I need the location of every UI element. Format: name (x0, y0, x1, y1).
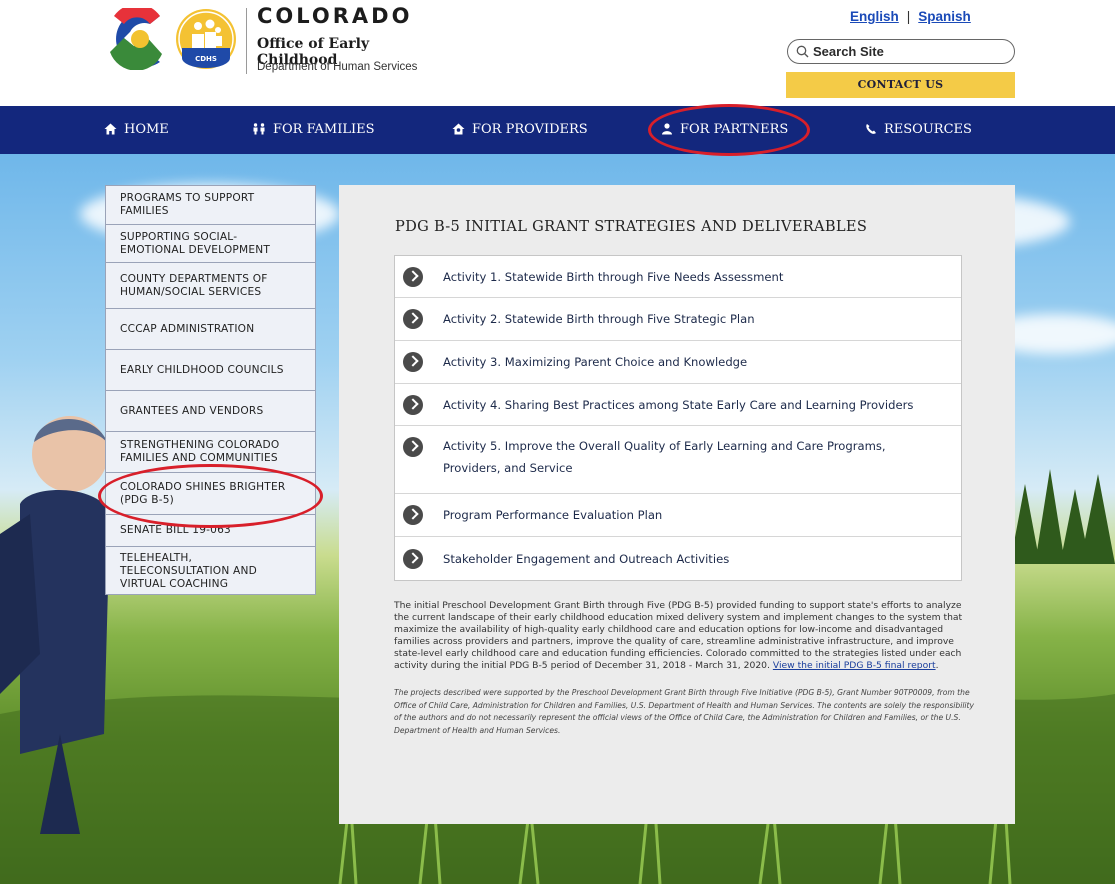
chevron-right-icon (403, 505, 423, 525)
annotation-ring-for-partners (648, 104, 810, 156)
lang-spanish-link[interactable]: Spanish (918, 9, 971, 24)
sidebar-item-label: STRENGTHENING COLORADO FAMILIES AND COMM… (120, 439, 280, 464)
sidebar-item-label: GRANTEES AND VENDORS (120, 404, 264, 417)
accordion-item-label: Stakeholder Engagement and Outreach Acti… (443, 551, 730, 566)
site-header: CDHS COLORADO Office of Early Childhood … (0, 0, 1115, 106)
lang-separator: | (906, 9, 911, 24)
chevron-right-icon (403, 548, 423, 569)
chevron-right-icon (403, 437, 423, 457)
sidebar-item-grantees-and-vendors[interactable]: GRANTEES AND VENDORS (106, 391, 315, 432)
accordion-item-activity-5[interactable]: Activity 5. Improve the Overall Quality … (395, 426, 961, 494)
nav-families-label: FOR FAMILIES (273, 122, 375, 137)
nav-home[interactable]: HOME (104, 106, 169, 154)
annotation-ring-colorado-shines-brighter (98, 464, 323, 528)
lang-english-link[interactable]: English (850, 9, 899, 24)
accordion-item-activity-4[interactable]: Activity 4. Sharing Best Practices among… (395, 384, 961, 426)
final-report-link[interactable]: View the initial PDG B-5 final report (773, 660, 936, 671)
sidebar-item-social-emotional-development[interactable]: SUPPORTING SOCIAL-EMOTIONAL DEVELOPMENT (106, 225, 315, 263)
accordion-item-stakeholder-engagement[interactable]: Stakeholder Engagement and Outreach Acti… (395, 537, 961, 580)
sidebar-item-telehealth[interactable]: TELEHEALTH, TELECONSULTATION AND VIRTUAL… (106, 547, 315, 594)
accordion-item-activity-1[interactable]: Activity 1. Statewide Birth through Five… (395, 256, 961, 298)
sidebar-item-cccap-administration[interactable]: CCCAP ADMINISTRATION (106, 309, 315, 350)
nav-resources[interactable]: RESOURCES (865, 106, 972, 154)
colorado-c-logo-icon (110, 8, 162, 70)
accordion-item-label: Activity 4. Sharing Best Practices among… (443, 397, 914, 412)
sidebar-item-label: TELEHEALTH, TELECONSULTATION AND VIRTUAL… (120, 551, 257, 590)
sidebar-item-label: CCCAP ADMINISTRATION (120, 322, 255, 335)
language-switcher: English | Spanish (850, 9, 971, 24)
accordion-item-label: Activity 5. Improve the Overall Quality … (443, 439, 886, 475)
description-paragraph: The initial Preschool Development Grant … (394, 600, 974, 673)
chevron-right-icon (403, 266, 423, 287)
nav-providers-label: FOR PROVIDERS (472, 122, 588, 137)
accordion-item-performance-evaluation[interactable]: Program Performance Evaluation Plan (395, 494, 961, 537)
nav-for-providers[interactable]: FOR PROVIDERS (452, 106, 588, 154)
sidebar-item-early-childhood-councils[interactable]: EARLY CHILDHOOD COUNCILS (106, 350, 315, 391)
search-input[interactable] (813, 44, 1003, 59)
provider-icon (452, 123, 465, 135)
page-title: PDG B-5 INITIAL GRANT STRATEGIES AND DEL… (395, 218, 868, 235)
site-logo[interactable]: CDHS COLORADO Office of Early Childhood … (104, 4, 449, 76)
home-icon (104, 123, 117, 135)
accordion-item-activity-3[interactable]: Activity 3. Maximizing Parent Choice and… (395, 341, 961, 384)
chevron-right-icon (403, 394, 423, 415)
accordion-item-label: Program Performance Evaluation Plan (443, 508, 663, 522)
sidebar-item-label: EARLY CHILDHOOD COUNCILS (120, 363, 284, 376)
family-icon (253, 123, 265, 135)
nav-home-label: HOME (124, 122, 169, 137)
chevron-right-icon (403, 352, 423, 372)
activities-accordion: Activity 1. Statewide Birth through Five… (394, 255, 962, 581)
department-name: Department of Human Services (257, 61, 418, 73)
chevron-right-icon (403, 309, 423, 329)
logo-divider (246, 8, 247, 74)
nav-for-families[interactable]: FOR FAMILIES (252, 106, 375, 154)
accordion-item-label: Activity 3. Maximizing Parent Choice and… (443, 355, 748, 369)
org-name: COLORADO (257, 4, 413, 28)
main-nav: HOME FOR FAMILIES FOR PROVIDERS FOR PART… (0, 106, 1115, 154)
resources-icon (866, 124, 876, 134)
sidebar-item-label: PROGRAMS TO SUPPORT FAMILIES (120, 192, 255, 217)
nav-resources-label: RESOURCES (884, 122, 972, 137)
sidebar-item-label: SUPPORTING SOCIAL-EMOTIONAL DEVELOPMENT (120, 230, 271, 256)
accordion-item-label: Activity 2. Statewide Birth through Five… (443, 312, 755, 326)
accordion-item-activity-2[interactable]: Activity 2. Statewide Birth through Five… (395, 298, 961, 341)
disclaimer-text: The projects described were supported by… (394, 688, 975, 735)
description-suffix: . (935, 660, 939, 672)
accordion-item-label: Activity 1. Statewide Birth through Five… (443, 269, 784, 284)
baby-photo (0, 416, 110, 834)
contact-us-button[interactable]: CONTACT US (786, 72, 1015, 98)
search-box[interactable] (787, 39, 1015, 64)
search-icon (796, 45, 809, 58)
sidebar-item-programs-to-support-families[interactable]: PROGRAMS TO SUPPORT FAMILIES (106, 186, 315, 225)
main-content-panel: PDG B-5 INITIAL GRANT STRATEGIES AND DEL… (339, 185, 1015, 824)
sidebar-item-county-departments[interactable]: COUNTY DEPARTMENTS OF HUMAN/SOCIAL SERVI… (106, 263, 315, 309)
cdhs-badge-text: CDHS (195, 55, 217, 63)
sidebar-item-label: COUNTY DEPARTMENTS OF HUMAN/SOCIAL SERVI… (120, 272, 268, 298)
sidebar-nav: PROGRAMS TO SUPPORT FAMILIES SUPPORTING … (105, 185, 316, 595)
